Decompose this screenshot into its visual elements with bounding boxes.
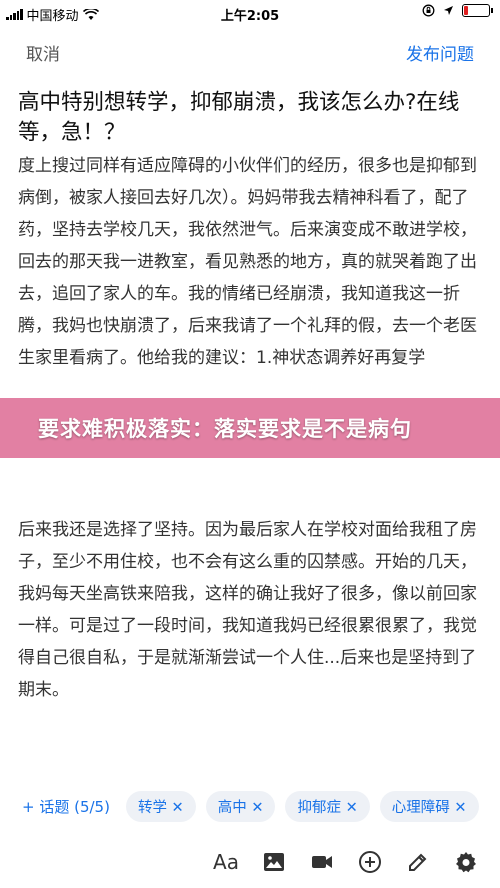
add-topic-button[interactable]: + 话题 (5/5) xyxy=(22,796,110,817)
more-icon xyxy=(409,853,427,871)
question-title-input[interactable]: 高中特别想转学，抑郁崩溃，我该怎么办?在线等，急！？ xyxy=(18,88,478,148)
editor-toolbar: Aa xyxy=(0,842,500,882)
body-paragraph-1: 度上搜过同样有适应障碍的小伙伴们的经历，很多也是抑郁到病倒，被家人接回去好几次）… xyxy=(18,156,477,368)
more-options-button[interactable] xyxy=(394,842,442,882)
topic-tags-row: + 话题 (5/5) 转学 ✕ 高中 ✕ 抑郁症 ✕ 心理障碍 ✕ xyxy=(0,790,500,822)
image-icon xyxy=(264,853,284,871)
topic-tag-chip[interactable]: 转学 ✕ xyxy=(125,790,196,822)
battery-icon xyxy=(462,4,493,17)
video-icon xyxy=(312,856,332,868)
rotation-lock-icon xyxy=(422,4,435,17)
font-size-icon: Aa xyxy=(213,850,239,874)
publish-question-button[interactable]: 发布问题 xyxy=(406,40,474,65)
topic-tag-chip[interactable]: 心理障碍 ✕ xyxy=(379,790,479,822)
question-body-continued[interactable]: 后来我还是选择了坚持。因为最后家人在学校对面给我租了房子，至少不用住校，也不会有… xyxy=(18,514,478,706)
font-size-button[interactable]: Aa xyxy=(202,842,250,882)
insert-video-button[interactable] xyxy=(298,842,346,882)
settings-button[interactable] xyxy=(442,842,490,882)
status-right xyxy=(422,4,493,17)
banner-text: 要求难积极落实：落实要求是不是病句 xyxy=(38,417,412,441)
location-arrow-icon xyxy=(444,6,453,15)
nav-bar: 取消 发布问题 xyxy=(0,36,500,68)
insert-button[interactable] xyxy=(346,842,394,882)
insert-icon xyxy=(359,851,381,873)
topic-tag-chip[interactable]: 抑郁症 ✕ xyxy=(285,790,370,822)
status-bar: 中国移动 上午2:05 xyxy=(0,0,500,26)
topic-tag-chip[interactable]: 高中 ✕ xyxy=(205,790,276,822)
overlay-banner: 要求难积极落实：落实要求是不是病句 xyxy=(0,398,500,458)
body-paragraph-2: 后来我还是选择了坚持。因为最后家人在学校对面给我租了房子，至少不用住校，也不会有… xyxy=(18,520,477,700)
insert-image-button[interactable] xyxy=(250,842,298,882)
question-body-editor[interactable]: 度上搜过同样有适应障碍的小伙伴们的经历，很多也是抑郁到病倒，被家人接回去好几次）… xyxy=(18,150,478,374)
cancel-button[interactable]: 取消 xyxy=(26,40,60,65)
settings-icon xyxy=(456,852,476,873)
